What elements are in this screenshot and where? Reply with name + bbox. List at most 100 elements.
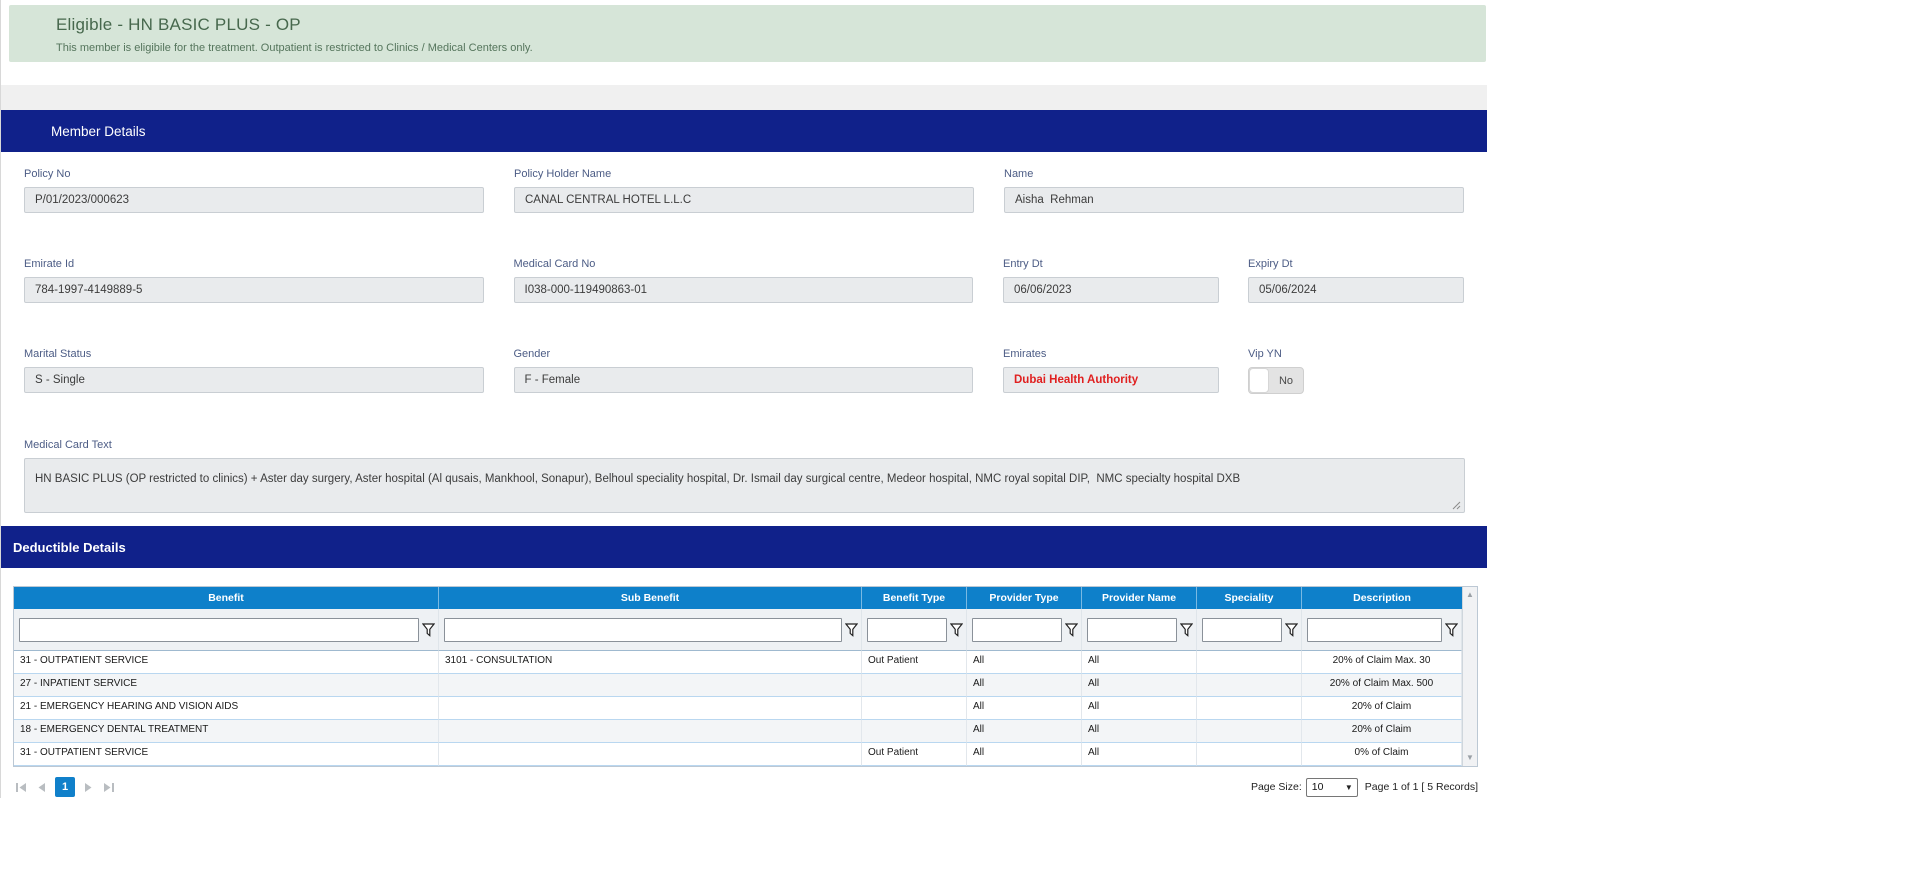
table-cell: All	[967, 720, 1082, 743]
filter-input-benefit[interactable]	[19, 618, 419, 642]
filter-icon[interactable]	[1445, 623, 1458, 637]
first-page-icon[interactable]	[13, 779, 29, 795]
deductible-details-header: Deductible Details	[1, 526, 1487, 568]
marital-status-input[interactable]	[24, 367, 484, 393]
filter-input-provider-name[interactable]	[1087, 618, 1177, 642]
filter-icon[interactable]	[1285, 623, 1298, 637]
eligibility-banner-card: Eligible - HN BASIC PLUS - OP This membe…	[1, 0, 1487, 85]
field-emirate-id: Emirate Id	[24, 258, 484, 303]
table-row: 21 - EMERGENCY HEARING AND VISION AIDS Al…	[14, 697, 1462, 720]
eligibility-title: Eligible - HN BASIC PLUS - OP	[56, 15, 1486, 35]
medical-card-text-area[interactable]	[24, 458, 1465, 513]
table-cell	[439, 697, 862, 720]
section-divider	[1, 85, 1487, 110]
table-cell: All	[967, 697, 1082, 720]
field-entry-dt: Entry Dt	[1003, 258, 1219, 303]
page-size-select[interactable]: 10 ▼	[1306, 778, 1358, 797]
table-cell: 3101 - CONSULTATION	[439, 651, 862, 674]
scroll-down-icon[interactable]: ▼	[1466, 754, 1474, 762]
table-cell: 21 - EMERGENCY HEARING AND VISION AIDS	[14, 697, 439, 720]
page: Eligible - HN BASIC PLUS - OP This membe…	[0, 0, 1910, 876]
deductible-grid: BenefitSub BenefitBenefit TypeProvider T…	[13, 586, 1478, 767]
emirate-id-input[interactable]	[24, 277, 484, 303]
table-cell: 20% of Claim	[1302, 720, 1462, 743]
filter-cell-sub-benefit	[439, 609, 862, 651]
page-summary: Page 1 of 1 [ 5 Records]	[1365, 781, 1478, 793]
deductible-table-area: BenefitSub BenefitBenefit TypeProvider T…	[1, 568, 1487, 798]
gender-input[interactable]	[514, 367, 974, 393]
table-cell	[862, 697, 967, 720]
vip-yn-label: Vip YN	[1248, 348, 1464, 362]
filter-input-sub-benefit[interactable]	[444, 618, 842, 642]
table-scrollbar[interactable]: ▲ ▼	[1462, 587, 1477, 766]
next-page-icon[interactable]	[80, 779, 96, 795]
table-cell: All	[967, 743, 1082, 766]
filter-input-provider-type[interactable]	[972, 618, 1062, 642]
column-header-speciality[interactable]: Speciality	[1197, 587, 1302, 609]
field-marital-status: Marital Status	[24, 348, 484, 394]
table-cell: All	[1082, 651, 1197, 674]
field-vip-yn: Vip YN No	[1248, 348, 1464, 394]
field-expiry-dt: Expiry Dt	[1248, 258, 1464, 303]
expiry-dt-input[interactable]	[1248, 277, 1464, 303]
table-cell	[1197, 720, 1302, 743]
filter-icon[interactable]	[1065, 623, 1078, 637]
field-emirates: Emirates	[1003, 348, 1219, 394]
emirates-input[interactable]	[1003, 367, 1219, 393]
filter-icon[interactable]	[1180, 623, 1193, 637]
policy-no-input[interactable]	[24, 187, 484, 213]
column-header-benefit-type[interactable]: Benefit Type	[862, 587, 967, 609]
vip-yn-toggle[interactable]: No	[1248, 367, 1304, 394]
page-size-value: 10	[1312, 781, 1324, 793]
table-cell	[1197, 743, 1302, 766]
resize-grip-icon[interactable]	[1452, 501, 1461, 510]
filter-icon[interactable]	[950, 623, 963, 637]
filter-cell-provider-type	[967, 609, 1082, 651]
filter-cell-benefit-type	[862, 609, 967, 651]
table-cell: All	[967, 674, 1082, 697]
table-cell: Out Patient	[862, 743, 967, 766]
column-header-provider-name[interactable]: Provider Name	[1082, 587, 1197, 609]
prev-page-icon[interactable]	[34, 779, 50, 795]
table-cell: All	[1082, 674, 1197, 697]
medical-card-no-input[interactable]	[514, 277, 974, 303]
field-medical-card-no: Medical Card No	[514, 258, 974, 303]
column-header-benefit[interactable]: Benefit	[14, 587, 439, 609]
filter-input-description[interactable]	[1307, 618, 1442, 642]
table-cell	[439, 743, 862, 766]
column-header-provider-type[interactable]: Provider Type	[967, 587, 1082, 609]
pager-buttons: 1	[13, 777, 117, 797]
table-cell: 31 - OUTPATIENT SERVICE	[14, 651, 439, 674]
filter-icon[interactable]	[422, 623, 435, 637]
filter-input-benefit-type[interactable]	[867, 618, 947, 642]
filter-cell-description	[1302, 609, 1462, 651]
content-column: Eligible - HN BASIC PLUS - OP This membe…	[0, 0, 1487, 798]
vip-yn-value: No	[1269, 368, 1303, 393]
emirate-id-label: Emirate Id	[24, 258, 484, 272]
last-page-icon[interactable]	[101, 779, 117, 795]
filter-input-speciality[interactable]	[1202, 618, 1282, 642]
filter-cell-provider-name	[1082, 609, 1197, 651]
entry-dt-input[interactable]	[1003, 277, 1219, 303]
pager-info: Page Size: 10 ▼ Page 1 of 1 [ 5 Records]	[1251, 778, 1478, 797]
name-input[interactable]	[1004, 187, 1464, 213]
table-cell: 20% of Claim Max. 500	[1302, 674, 1462, 697]
table-cell: 27 - INPATIENT SERVICE	[14, 674, 439, 697]
table-cell: 20% of Claim	[1302, 697, 1462, 720]
column-header-sub-benefit[interactable]: Sub Benefit	[439, 587, 862, 609]
filter-cell-speciality	[1197, 609, 1302, 651]
field-policy-holder-name: Policy Holder Name	[514, 168, 974, 213]
table-cell: 31 - OUTPATIENT SERVICE	[14, 743, 439, 766]
scroll-up-icon[interactable]: ▲	[1466, 591, 1474, 599]
page-number-button[interactable]: 1	[55, 777, 75, 797]
pagination-bar: 1 Page Size: 10 ▼ Page 1 of 1 [ 5 Record…	[13, 776, 1478, 798]
field-medical-card-text: Medical Card Text	[24, 439, 1464, 513]
member-details-body: Policy No Policy Holder Name Name Emirat…	[1, 152, 1487, 526]
name-label: Name	[1004, 168, 1464, 182]
policy-holder-name-input[interactable]	[514, 187, 974, 213]
medical-card-no-label: Medical Card No	[514, 258, 974, 272]
expiry-dt-label: Expiry Dt	[1248, 258, 1464, 272]
table-cell	[1197, 697, 1302, 720]
column-header-description[interactable]: Description	[1302, 587, 1462, 609]
filter-icon[interactable]	[845, 623, 858, 637]
